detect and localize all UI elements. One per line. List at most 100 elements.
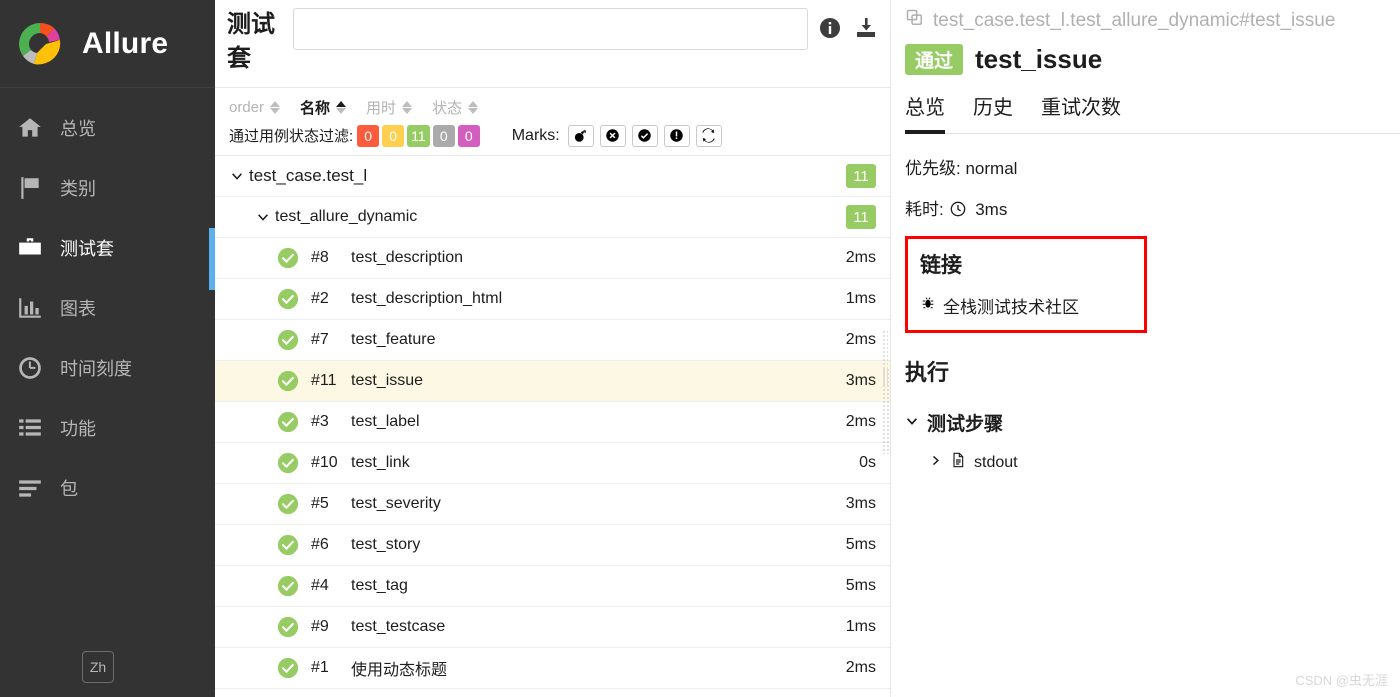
lines-icon [8,475,52,501]
test-duration: 3ms [845,372,876,389]
execution-heading: 执行 [905,360,950,385]
sort-column-name[interactable]: 名称 [300,97,347,118]
marks-group: Marks: [512,124,722,147]
table-row[interactable]: #1 使用动态标题 2ms [215,648,890,689]
test-order: #9 [311,618,329,635]
tree-group-row[interactable]: test_allure_dynamic 11 [215,197,890,238]
search-input[interactable] [293,8,808,50]
detail-tabs: 总览 历史 重试次数 [905,91,1400,134]
passed-status-icon [277,534,299,556]
tab-history[interactable]: 历史 [973,91,1013,134]
tree-root-row[interactable]: test_case.test_l 11 [215,156,890,197]
exclamation-circle-icon[interactable] [663,124,690,147]
check-circle-icon[interactable] [631,124,658,147]
table-row[interactable]: #3 test_label 2ms [215,402,890,443]
test-duration: 1ms [845,290,876,307]
test-order: #3 [311,413,329,430]
page-title: 测试套 [227,11,275,72]
sidebar: Allure 总览 类别 测试套 图表 时间刻度 功能 包 Zh [0,0,215,697]
sort-column-duration[interactable]: 用时 [366,97,413,118]
list-icon [8,415,52,441]
x-circle-icon[interactable] [599,124,626,147]
test-steps-heading[interactable]: 测试步骤 [905,409,1400,436]
passed-status-icon [277,452,299,474]
sidebar-item-suites[interactable]: 测试套 [0,218,215,278]
sidebar-item-packages[interactable]: 包 [0,458,215,518]
sort-bar: order 名称 用时 状态 [215,88,890,120]
tab-retries[interactable]: 重试次数 [1041,91,1121,134]
status-badge-failed[interactable]: 0 [357,124,380,147]
severity-label: 优先级: [905,159,961,178]
tab-overview[interactable]: 总览 [905,91,945,134]
language-toggle-button[interactable]: Zh [82,651,114,683]
sort-column-status[interactable]: 状态 [432,97,479,118]
status-badge-broken[interactable]: 0 [382,124,405,147]
test-duration: 5ms [845,577,876,594]
test-order: #7 [311,331,329,348]
table-row[interactable]: #6 test_story 5ms [215,525,890,566]
sidebar-item-label: 包 [60,479,78,499]
test-name: test_description [351,249,464,266]
test-duration: 2ms [845,413,876,430]
sidebar-item-behaviors[interactable]: 功能 [0,398,215,458]
link-item[interactable]: 全栈测试技术社区 [920,293,1132,318]
table-row[interactable]: #5 test_severity 3ms [215,484,890,525]
breadcrumb[interactable]: test_case.test_l.test_allure_dynamic#tes… [905,0,1400,34]
test-name: test_story [351,536,421,553]
sidebar-item-label: 总览 [60,119,96,139]
copy-icon[interactable] [905,8,925,34]
passed-status-icon [277,288,299,310]
status-filter-badges: 0 0 11 0 0 [357,124,480,147]
tree-group-count: 11 [846,205,876,229]
test-order: #1 [311,659,329,676]
table-row[interactable]: #10 test_link 0s [215,443,890,484]
suites-tree: test_case.test_l 11 test_allure_dynamic … [215,156,890,697]
table-row[interactable]: #9 test_testcase 1ms [215,607,890,648]
table-row[interactable]: #11 test_issue 3ms [215,361,890,402]
sort-arrows-icon [468,100,479,114]
info-icon[interactable] [818,16,842,40]
test-duration: 2ms [845,249,876,266]
header-actions [818,8,878,40]
brand-name: Allure [82,26,169,60]
passed-status-icon [277,411,299,433]
test-name: test_feature [351,331,436,348]
status-badge-unknown[interactable]: 0 [457,124,480,147]
passed-status-icon [277,493,299,515]
retry-icon[interactable] [695,124,722,147]
test-name: test_label [351,413,420,430]
bomb-icon[interactable] [567,124,594,147]
sidebar-item-graphs[interactable]: 图表 [0,278,215,338]
sort-column-order[interactable]: order [229,99,281,116]
brand[interactable]: Allure [0,0,215,88]
test-name: test_tag [351,577,408,594]
chevron-down-icon[interactable] [255,210,271,224]
table-row[interactable]: #4 test_tag 5ms [215,566,890,607]
chevron-down-icon[interactable] [905,412,919,434]
status-badge-passed[interactable]: 11 [407,124,430,147]
sidebar-item-label: 时间刻度 [60,359,132,379]
test-detail-panel: test_case.test_l.test_allure_dynamic#tes… [882,0,1400,697]
tree-root-count: 11 [846,164,876,188]
chevron-down-icon[interactable] [229,169,245,183]
sidebar-item-timeline[interactable]: 时间刻度 [0,338,215,398]
sort-arrows-icon [336,100,347,114]
download-icon[interactable] [854,16,878,40]
table-row[interactable]: #7 test_feature 2ms [215,320,890,361]
duration-label: 耗时: [905,200,944,219]
chevron-right-icon[interactable] [929,454,942,472]
attachment-row-stdout[interactable]: stdout [905,452,1400,473]
test-duration: 5ms [845,536,876,553]
sidebar-item-overview[interactable]: 总览 [0,98,215,158]
test-order: #10 [311,454,338,471]
duration-value: 3ms [975,200,1008,219]
test-name: test_severity [351,495,441,512]
test-name: test_issue [351,372,424,389]
bug-icon [920,295,936,316]
detail-resize-handle[interactable] [882,330,888,386]
table-row[interactable]: #8 test_description 2ms [215,238,890,279]
passed-status-icon [277,657,299,679]
sidebar-item-categories[interactable]: 类别 [0,158,215,218]
table-row[interactable]: #2 test_description_html 1ms [215,279,890,320]
status-badge-skipped[interactable]: 0 [432,124,455,147]
